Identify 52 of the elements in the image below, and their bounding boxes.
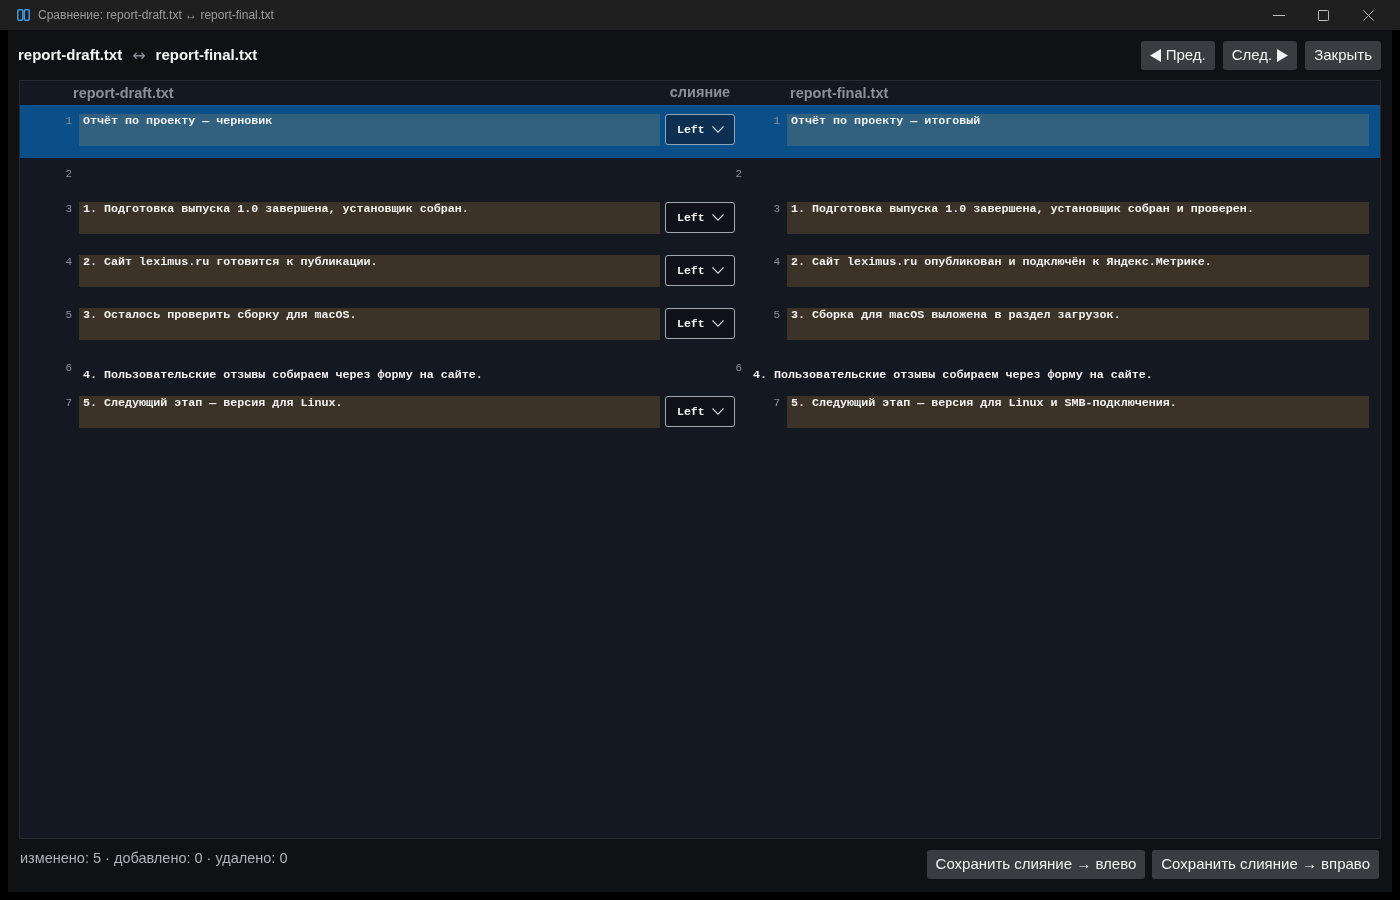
window-title: Сравнение: report-draft.txt ↔ report-final.txt xyxy=(38,7,274,24)
line-number: 5 xyxy=(65,308,72,323)
line-number: 2 xyxy=(735,167,742,182)
chevron-down-icon xyxy=(712,214,724,221)
diff-row[interactable]: 4 2. Сайт leximus.ru готовится к публикации. Left 4 2. Сайт leximus.ru опубликован и подключён к Яндекс.Метрике. xyxy=(20,246,1380,299)
diff-row[interactable]: 3 1. Подготовка выпуска 1.0 завершена, установщик собран. Left 3 1. Подготовка выпуска 1.0 завершена, установщик собран и проверен. xyxy=(20,193,1380,246)
merge-select[interactable]: Left xyxy=(665,308,735,339)
diff-row[interactable]: 2 2 xyxy=(20,158,1380,193)
left-file-name: report-draft.txt xyxy=(18,45,123,66)
line-number: 1 xyxy=(773,114,780,129)
line-number: 5 xyxy=(773,308,780,323)
column-header: слияние xyxy=(669,83,731,103)
maximize-icon xyxy=(1318,9,1329,21)
triangle-right-icon xyxy=(1277,49,1289,62)
save-merge-button[interactable]: Сохранить слияние → влево xyxy=(926,850,1146,879)
separator-arrow: ↔ xyxy=(132,44,146,67)
right-file-name: report-final.txt xyxy=(155,45,258,66)
diff-row[interactable]: 5 3. Осталось проверить сборку для macOS. Left 5 3. Сборка для macOS выложена в раздел загрузок. xyxy=(20,299,1380,352)
line-number: 7 xyxy=(773,396,780,411)
close-button[interactable]: Закрыть xyxy=(1305,41,1381,70)
line-number: 3 xyxy=(65,202,72,217)
line-number: 6 xyxy=(735,361,742,376)
diff-row[interactable]: 6 4. Пользовательские отзывы собираем через форму на сайте. 6 4. Пользовательские отзывы собираем через форму на сайте. xyxy=(20,352,1380,387)
line-number: 2 xyxy=(65,167,72,182)
line-number: 6 xyxy=(65,361,72,376)
line-number: 7 xyxy=(65,396,72,411)
line-number: 4 xyxy=(65,255,72,270)
chevron-down-icon xyxy=(712,320,724,327)
line-text: 4. Пользовательские отзывы собираем через форму на сайте. xyxy=(753,368,1153,382)
column-header: report-draft.txt xyxy=(73,85,174,101)
merge-select[interactable]: Left xyxy=(665,202,735,233)
save-merge-button[interactable]: Сохранить слияние → вправо xyxy=(1152,850,1379,879)
chevron-down-icon xyxy=(712,126,724,133)
line-text: 4. Пользовательские отзывы собираем через форму на сайте. xyxy=(83,368,483,382)
chevron-down-icon xyxy=(712,267,724,274)
merge-select[interactable]: Left xyxy=(665,396,735,427)
close-icon xyxy=(1363,9,1374,21)
chevron-down-icon xyxy=(712,408,724,415)
diff-row[interactable]: 1 Отчёт по проекту — черновик Left 1 Отчёт по проекту — итоговый xyxy=(20,105,1380,158)
line-number: 1 xyxy=(65,114,72,129)
line-number: 3 xyxy=(773,202,780,217)
split-panels-icon xyxy=(17,9,30,21)
diff-row[interactable]: 7 5. Следующий этап — версия для Linux. Left 7 5. Следующий этап — версия для Linux и SMB-подключения. xyxy=(20,387,1380,440)
line-number: 4 xyxy=(773,255,780,270)
diff-summary: изменено: 5 · добавлено: 0 · удалено: 0 xyxy=(20,850,288,866)
previous-button[interactable]: Пред. xyxy=(1140,41,1215,70)
column-header: report-final.txt xyxy=(790,85,889,101)
merge-select[interactable]: Left xyxy=(665,255,735,286)
next-button[interactable]: След. xyxy=(1222,41,1298,70)
merge-select[interactable]: Left xyxy=(665,114,735,145)
minimize-icon xyxy=(1272,14,1285,16)
triangle-left-icon xyxy=(1149,49,1161,62)
